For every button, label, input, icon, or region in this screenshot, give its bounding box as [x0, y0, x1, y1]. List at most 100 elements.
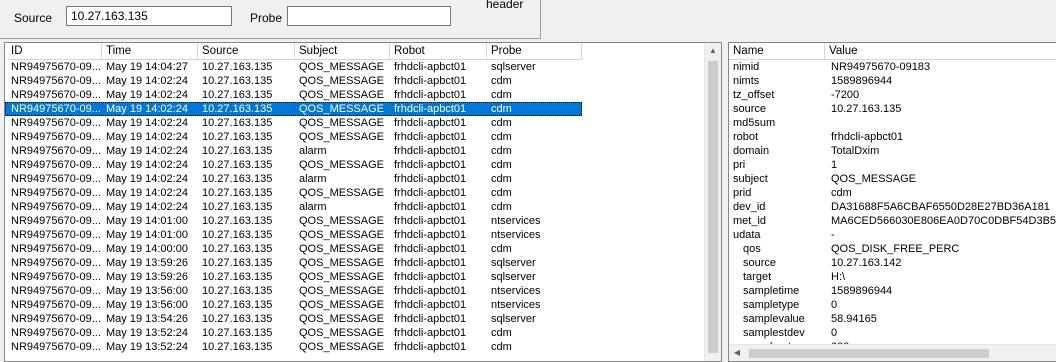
detail-row[interactable]: dev_id DA31688F5A6CBAF6550D28E27BD36A181 [729, 200, 1056, 214]
message-source: 10.27.163.135 [202, 313, 273, 325]
table-row[interactable]: NR94975670-09... May 19 13:56:00 10.27.163… [5, 298, 582, 312]
detail-row[interactable]: qos QOS_DISK_FREE_PERC [729, 242, 1056, 256]
col-time-header[interactable]: Time [102, 43, 198, 60]
detail-row[interactable]: target H:\ [729, 270, 1056, 284]
detail-value: DA31688F5A6CBAF6550D28E27BD36A181 [831, 201, 1050, 213]
detail-row[interactable]: robot frhdcli-apbct01 [729, 130, 1056, 144]
message-robot: frhdcli-apbct01 [394, 89, 467, 101]
scroll-left-arrow-icon[interactable]: ◀ [729, 345, 745, 361]
source-input[interactable]: 10.27.163.135 [66, 6, 232, 26]
message-robot: frhdcli-apbct01 [394, 299, 467, 311]
message-probe: sqlserver [491, 61, 536, 73]
message-time: May 19 14:02:24 [106, 103, 188, 115]
table-row[interactable]: NR94975670-09... May 19 14:02:24 10.27.163… [5, 130, 582, 144]
table-row[interactable]: NR94975670-09... May 19 14:02:24 10.27.163… [5, 116, 582, 130]
detail-row[interactable]: udata - [729, 228, 1056, 242]
message-time: May 19 14:02:24 [106, 117, 188, 129]
table-row[interactable]: NR94975670-09... May 19 13:52:24 10.27.163… [5, 340, 582, 354]
message-source: 10.27.163.135 [202, 257, 273, 269]
message-robot: frhdcli-apbct01 [394, 173, 467, 185]
detail-name: dev_id [733, 201, 766, 213]
scroll-up-arrow-icon[interactable]: ▲ [705, 43, 721, 59]
message-robot: frhdcli-apbct01 [394, 285, 467, 297]
detail-value: - [831, 229, 835, 241]
message-subject: alarm [299, 173, 327, 185]
detail-row[interactable]: source 10.27.163.142 [729, 256, 1056, 270]
col-value-header[interactable]: Value [825, 43, 1056, 60]
col-source-header[interactable]: Source [198, 43, 295, 60]
detail-row[interactable]: subject QOS_MESSAGE [729, 172, 1056, 186]
detail-value: frhdcli-apbct01 [831, 131, 904, 143]
message-subject: QOS_MESSAGE [299, 271, 384, 283]
detail-row[interactable]: nimid NR94975670-09183 [729, 60, 1056, 74]
header-checkbox-label[interactable]: header [486, 0, 523, 11]
detail-row[interactable]: sampletype 0 [729, 298, 1056, 312]
detail-row[interactable]: source 10.27.163.135 [729, 102, 1056, 116]
probe-input[interactable] [287, 6, 451, 26]
message-robot: frhdcli-apbct01 [394, 187, 467, 199]
message-subject: QOS_MESSAGE [299, 89, 384, 101]
details-hscrollbar[interactable]: ◀ [729, 344, 1056, 361]
col-probe-header[interactable]: Probe [487, 43, 582, 60]
hscroll-thumb[interactable] [749, 349, 989, 358]
detail-row[interactable]: met_id MA6CED566030E806EA0D70C0DBF54D3B5 [729, 214, 1056, 228]
scroll-thumb[interactable] [708, 61, 718, 353]
message-details-list[interactable]: Name Value nimid NR94975670-09183 nimts 1589… [728, 42, 1056, 362]
message-robot: frhdcli-apbct01 [394, 159, 467, 171]
message-time: May 19 13:59:26 [106, 257, 188, 269]
table-row[interactable]: NR94975670-09... May 19 14:02:24 10.27.163… [5, 158, 582, 172]
message-source: 10.27.163.135 [202, 117, 273, 129]
table-row[interactable]: NR94975670-09... May 19 14:01:00 10.27.163… [5, 214, 582, 228]
col-robot-header[interactable]: Robot [390, 43, 487, 60]
detail-row[interactable]: tz_offset -7200 [729, 88, 1056, 102]
message-robot: frhdcli-apbct01 [394, 257, 467, 269]
message-source: 10.27.163.135 [202, 243, 273, 255]
table-row[interactable]: NR94975670-09... May 19 14:00:00 10.27.163… [5, 242, 582, 256]
detail-row[interactable]: samplestdev 0 [729, 326, 1056, 340]
detail-value: QOS_DISK_FREE_PERC [831, 243, 960, 255]
col-id-header[interactable]: ID [7, 43, 102, 60]
message-list-vscrollbar[interactable]: ▲ [704, 43, 721, 361]
detail-row[interactable]: pri 1 [729, 158, 1056, 172]
message-subject: QOS_MESSAGE [299, 159, 384, 171]
detail-row[interactable]: samplevalue 58.94165 [729, 312, 1056, 326]
detail-value: 1 [831, 159, 838, 171]
detail-value: QOS_MESSAGE [831, 173, 916, 185]
message-subject: QOS_MESSAGE [299, 215, 384, 227]
table-row[interactable]: NR94975670-09... May 19 14:02:24 10.27.163… [5, 172, 582, 186]
detail-row[interactable]: prid cdm [729, 186, 1056, 200]
col-subject-header[interactable]: Subject [295, 43, 390, 60]
table-row[interactable]: NR94975670-09... May 19 14:02:24 10.27.163… [5, 88, 582, 102]
table-row[interactable]: NR94975670-09... May 19 13:56:00 10.27.163… [5, 284, 582, 298]
table-row[interactable]: NR94975670-09... May 19 14:02:24 10.27.163… [5, 74, 582, 88]
table-row[interactable]: NR94975670-09... May 19 13:59:26 10.27.163… [5, 270, 582, 284]
detail-name: qos [743, 243, 761, 255]
table-row[interactable]: NR94975670-09... May 19 14:02:24 10.27.163… [5, 186, 582, 200]
message-source: 10.27.163.135 [202, 145, 273, 157]
table-row[interactable]: NR94975670-09... May 19 13:52:24 10.27.163… [5, 326, 582, 340]
table-row[interactable]: NR94975670-09... May 19 14:01:00 10.27.163… [5, 228, 582, 242]
message-subject: QOS_MESSAGE [299, 103, 384, 115]
message-time: May 19 14:02:24 [106, 173, 188, 185]
message-source: 10.27.163.135 [202, 173, 273, 185]
message-source: 10.27.163.135 [202, 285, 273, 297]
table-row[interactable]: NR94975670-09... May 19 13:59:26 10.27.163… [5, 256, 582, 270]
table-row[interactable]: NR94975670-09... May 19 14:04:27 10.27.163… [5, 60, 582, 74]
message-subject: QOS_MESSAGE [299, 257, 384, 269]
message-robot: frhdcli-apbct01 [394, 131, 467, 143]
message-time: May 19 14:00:00 [106, 243, 188, 255]
table-row[interactable]: NR94975670-09... May 19 13:54:26 10.27.163… [5, 312, 582, 326]
message-list[interactable]: ID Time Source Subject Robot Probe NR94975670… [4, 42, 722, 362]
table-row[interactable]: NR94975670-09... May 19 14:02:24 10.27.163… [5, 144, 582, 158]
detail-row[interactable]: domain TotalDxim [729, 144, 1056, 158]
message-id: NR94975670-09... [11, 271, 101, 283]
message-probe: ntservices [491, 229, 541, 241]
detail-name: met_id [733, 215, 767, 227]
detail-row[interactable]: sampletime 1589896944 [729, 284, 1056, 298]
table-row-selected[interactable]: NR94975670-09... May 19 14:02:24 10.27.163… [5, 102, 582, 116]
detail-name: samplevalue [743, 313, 805, 325]
detail-row[interactable]: md5sum [729, 116, 1056, 130]
detail-row[interactable]: nimts 1589896944 [729, 74, 1056, 88]
col-name-header[interactable]: Name [729, 43, 825, 60]
table-row[interactable]: NR94975670-09... May 19 14:02:24 10.27.163… [5, 200, 582, 214]
